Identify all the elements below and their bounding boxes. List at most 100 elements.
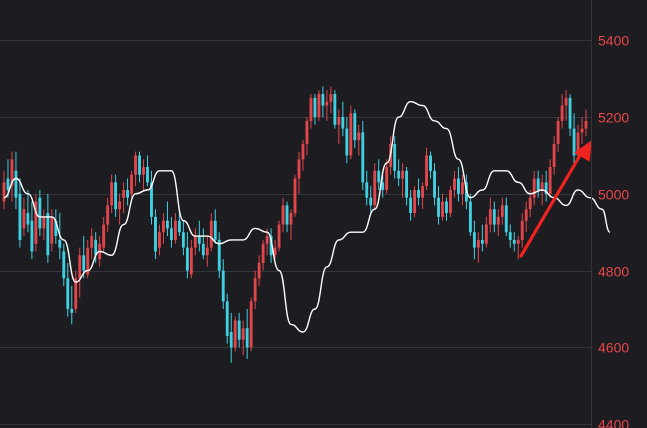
candle-body [417, 190, 421, 198]
candle [317, 90, 321, 121]
candle-body [110, 182, 114, 206]
candle-body [142, 166, 145, 175]
candle-body [193, 236, 197, 248]
candle-body [413, 190, 417, 214]
y-tick-label-5200: 5200 [598, 110, 629, 126]
candle-body [154, 216, 157, 252]
candle-body [313, 97, 317, 118]
y-tick-label-4400: 4400 [598, 417, 629, 428]
candle-body [540, 182, 544, 191]
candle-body [173, 220, 177, 240]
candle-body [181, 232, 185, 248]
candle-body [453, 178, 456, 191]
candle-body [166, 220, 169, 229]
candle-body [293, 178, 297, 214]
candle-body [520, 220, 524, 240]
candle-body [213, 220, 217, 240]
candle-body [58, 239, 62, 248]
candle-body [249, 301, 253, 348]
candle-body [114, 182, 118, 210]
candle [249, 297, 253, 352]
candle-body [365, 182, 369, 198]
candle-body [257, 262, 261, 279]
candle-body [492, 209, 496, 225]
candle-body [580, 128, 584, 133]
candle-body [217, 239, 221, 271]
candle-body [297, 159, 301, 179]
candle-body [568, 97, 572, 129]
candle-body [221, 270, 225, 302]
candle-body [38, 197, 42, 229]
candle-body [233, 320, 237, 348]
candle-body [373, 170, 377, 206]
candle-body [78, 255, 82, 279]
candle-body [281, 205, 285, 225]
candle-body [425, 155, 428, 187]
candle-body [572, 128, 576, 156]
candle-body [472, 232, 476, 248]
candle [333, 90, 337, 129]
candle-body [393, 143, 397, 171]
candle-body [457, 178, 460, 194]
candle-body [14, 170, 18, 198]
candle-body [361, 132, 365, 183]
candle-body [6, 178, 10, 191]
y-tick-label-5000: 5000 [598, 187, 629, 203]
candle-body [397, 170, 401, 179]
candle-body [429, 155, 432, 171]
candle-body [118, 201, 122, 210]
candle-body [552, 143, 556, 167]
candle-body [305, 120, 309, 144]
candle-body [106, 205, 110, 225]
candle-body [484, 224, 488, 244]
candle-body [18, 193, 22, 240]
candle-body [369, 197, 373, 206]
y-tick-label-5400: 5400 [598, 33, 629, 49]
candle-body [349, 113, 353, 156]
candle-body [237, 320, 241, 340]
candle-body [385, 166, 389, 191]
candle-body [508, 232, 512, 240]
candle-body [205, 247, 209, 256]
candle [349, 105, 353, 160]
candle-body [26, 213, 30, 225]
candle-body [241, 328, 245, 340]
candle-body [468, 201, 472, 233]
candle-body [225, 301, 229, 336]
candle-body [528, 197, 532, 210]
candle-body [66, 278, 70, 310]
candle-body [42, 216, 46, 229]
candle-body [162, 220, 165, 233]
candle [233, 316, 237, 352]
candle-body [2, 182, 6, 202]
candle-body [102, 224, 106, 248]
y-tick-label-4600: 4600 [598, 340, 629, 356]
candle-body [325, 101, 329, 106]
candle [449, 186, 452, 217]
candle-body [564, 97, 568, 106]
candle-body [504, 205, 508, 233]
candle-body [560, 105, 564, 121]
candle-body [536, 178, 540, 191]
candle-body [488, 209, 492, 225]
candle-body [74, 278, 78, 310]
candle-body [337, 117, 341, 125]
candle-body [496, 216, 500, 225]
candle-body [189, 247, 193, 275]
candle-body [333, 94, 337, 125]
candle-body [445, 201, 448, 214]
candle-body [516, 239, 520, 244]
candle-body [476, 239, 480, 248]
candle [413, 186, 417, 217]
candle-body [309, 97, 313, 121]
candle-body [50, 216, 54, 244]
candle-body [409, 197, 413, 214]
candle-body [146, 166, 149, 183]
candle [34, 193, 38, 252]
candle-body [253, 278, 257, 302]
candle-body [169, 228, 173, 240]
candle-body [500, 205, 504, 217]
candle-body [134, 155, 137, 175]
candle-body [345, 128, 349, 156]
candle-body [158, 232, 161, 248]
